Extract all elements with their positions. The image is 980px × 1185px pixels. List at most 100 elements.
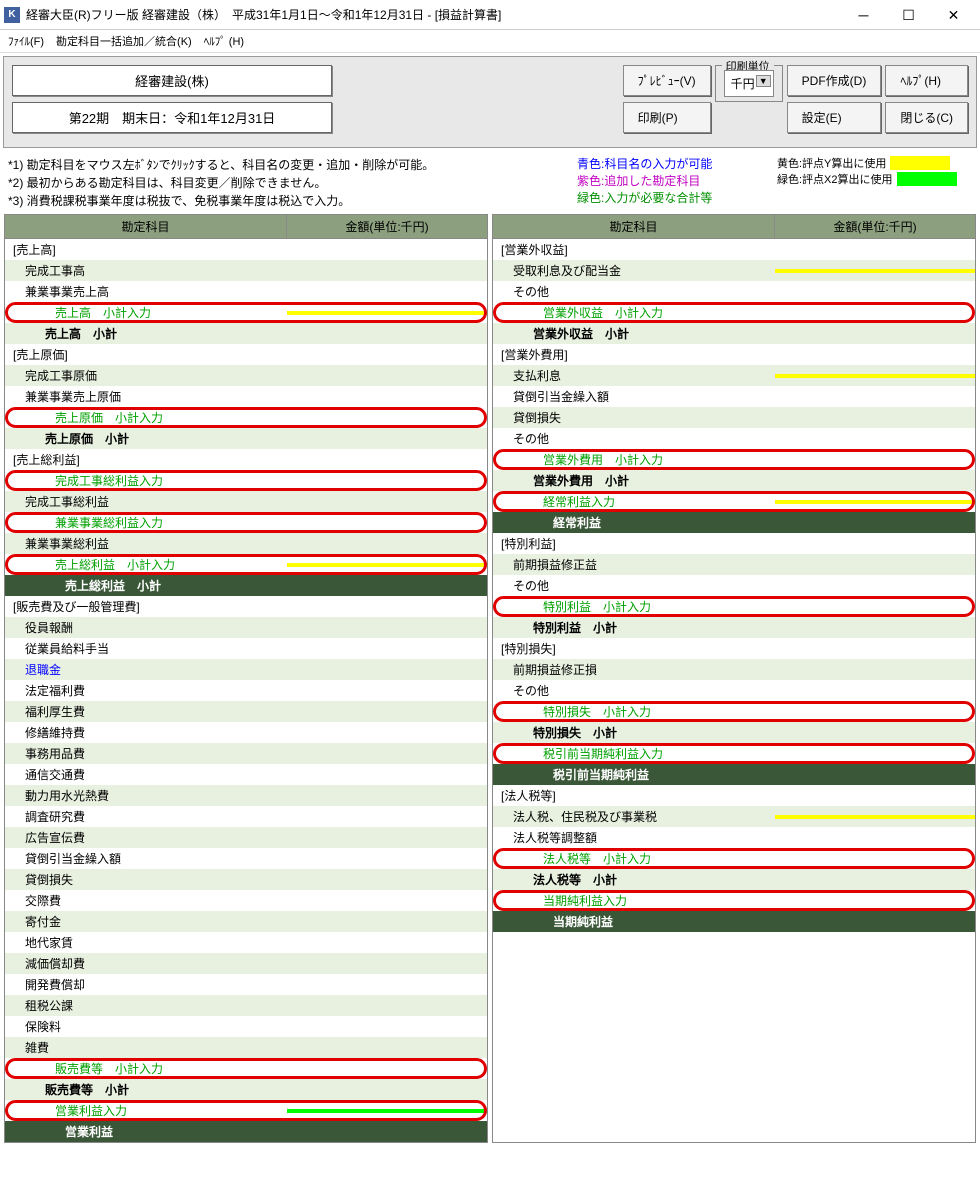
table-row[interactable]: 貸倒引当金繰入額 bbox=[493, 386, 975, 407]
cell-name[interactable]: 特別利益 小計入力 bbox=[493, 596, 775, 617]
preview-button[interactable]: ﾌﾟﾚﾋﾞｭｰ(V) bbox=[623, 65, 711, 96]
cell-name[interactable]: 兼業事業総利益 bbox=[5, 533, 287, 554]
cell-amount[interactable] bbox=[287, 332, 487, 336]
table-row[interactable]: 受取利息及び配当金 bbox=[493, 260, 975, 281]
cell-name[interactable]: 当期純利益 bbox=[493, 911, 775, 932]
cell-amount[interactable] bbox=[287, 794, 487, 798]
cell-name[interactable]: [販売費及び一般管理費] bbox=[5, 596, 287, 617]
table-row[interactable]: [売上原価] bbox=[5, 344, 487, 365]
table-row[interactable]: 貸倒損失 bbox=[493, 407, 975, 428]
cell-name[interactable]: [法人税等] bbox=[493, 785, 775, 806]
table-row[interactable]: 完成工事総利益入力 bbox=[5, 470, 487, 491]
cell-amount[interactable] bbox=[287, 647, 487, 651]
cell-amount[interactable] bbox=[287, 626, 487, 630]
table-row[interactable]: 売上原価 小計 bbox=[5, 428, 487, 449]
cell-name[interactable]: 貸倒引当金繰入額 bbox=[493, 386, 775, 407]
cell-name[interactable]: 開発費償却 bbox=[5, 974, 287, 995]
cell-name[interactable]: 修繕維持費 bbox=[5, 722, 287, 743]
cell-amount[interactable] bbox=[775, 626, 975, 630]
table-row[interactable]: 税引前当期純利益 bbox=[493, 764, 975, 785]
cell-amount[interactable] bbox=[287, 584, 487, 588]
cell-name[interactable]: 保険料 bbox=[5, 1016, 287, 1037]
cell-amount[interactable] bbox=[287, 1067, 487, 1071]
cell-amount[interactable] bbox=[775, 416, 975, 420]
cell-name[interactable]: 税引前当期純利益入力 bbox=[493, 743, 775, 764]
cell-name[interactable]: その他 bbox=[493, 680, 775, 701]
cell-name[interactable]: 租税公課 bbox=[5, 995, 287, 1016]
cell-amount[interactable] bbox=[287, 857, 487, 861]
cell-amount[interactable] bbox=[287, 1109, 487, 1113]
cell-amount[interactable] bbox=[287, 941, 487, 945]
table-row[interactable]: 租税公課 bbox=[5, 995, 487, 1016]
table-row[interactable]: 減価償却費 bbox=[5, 953, 487, 974]
table-row[interactable]: 事務用品費 bbox=[5, 743, 487, 764]
cell-amount[interactable] bbox=[287, 836, 487, 840]
cell-amount[interactable] bbox=[775, 710, 975, 714]
table-row[interactable]: 従業員給料手当 bbox=[5, 638, 487, 659]
cell-amount[interactable] bbox=[287, 416, 487, 420]
table-row[interactable]: 特別損失 小計入力 bbox=[493, 701, 975, 722]
cell-name[interactable]: 法人税、住民税及び事業税 bbox=[493, 806, 775, 827]
cell-amount[interactable] bbox=[287, 1046, 487, 1050]
cell-amount[interactable] bbox=[775, 374, 975, 378]
unit-select[interactable]: 千円 bbox=[724, 70, 774, 97]
cell-name[interactable]: 役員報酬 bbox=[5, 617, 287, 638]
table-row[interactable]: 完成工事総利益 bbox=[5, 491, 487, 512]
cell-amount[interactable] bbox=[287, 668, 487, 672]
cell-name[interactable]: 兼業事業売上高 bbox=[5, 281, 287, 302]
cell-name[interactable]: 雑費 bbox=[5, 1037, 287, 1058]
cell-name[interactable]: 税引前当期純利益 bbox=[493, 764, 775, 785]
cell-amount[interactable] bbox=[287, 689, 487, 693]
cell-name[interactable]: 販売費等 小計入力 bbox=[5, 1058, 287, 1079]
table-row[interactable]: [特別利益] bbox=[493, 533, 975, 554]
table-row[interactable]: 動力用水光熱費 bbox=[5, 785, 487, 806]
table-row[interactable]: 売上原価 小計入力 bbox=[5, 407, 487, 428]
table-row[interactable]: 保険料 bbox=[5, 1016, 487, 1037]
cell-amount[interactable] bbox=[287, 1004, 487, 1008]
table-row[interactable]: 貸倒損失 bbox=[5, 869, 487, 890]
table-row[interactable]: 法人税等 小計 bbox=[493, 869, 975, 890]
close-button[interactable]: 閉じる(C) bbox=[885, 102, 968, 133]
table-row[interactable]: 広告宣伝費 bbox=[5, 827, 487, 848]
table-row[interactable]: [売上総利益] bbox=[5, 449, 487, 470]
cell-amount[interactable] bbox=[775, 542, 975, 546]
cell-amount[interactable] bbox=[775, 248, 975, 252]
cell-name[interactable]: 広告宣伝費 bbox=[5, 827, 287, 848]
table-row[interactable]: [営業外費用] bbox=[493, 344, 975, 365]
cell-name[interactable]: 法定福利費 bbox=[5, 680, 287, 701]
cell-name[interactable]: 営業外収益 小計 bbox=[493, 323, 775, 344]
cell-name[interactable]: 当期純利益入力 bbox=[493, 890, 775, 911]
cell-name[interactable]: 法人税等 小計 bbox=[493, 869, 775, 890]
table-row[interactable]: 営業利益 bbox=[5, 1121, 487, 1142]
cell-name[interactable]: 完成工事高 bbox=[5, 260, 287, 281]
cell-amount[interactable] bbox=[775, 731, 975, 735]
cell-amount[interactable] bbox=[287, 290, 487, 294]
menu-add-merge[interactable]: 勘定科目一括追加／統合(K) bbox=[56, 33, 192, 49]
cell-amount[interactable] bbox=[775, 752, 975, 756]
cell-amount[interactable] bbox=[775, 479, 975, 483]
cell-amount[interactable] bbox=[775, 689, 975, 693]
cell-name[interactable]: 特別損失 小計入力 bbox=[493, 701, 775, 722]
cell-name[interactable]: 従業員給料手当 bbox=[5, 638, 287, 659]
cell-name[interactable]: 事務用品費 bbox=[5, 743, 287, 764]
cell-name[interactable]: 販売費等 小計 bbox=[5, 1079, 287, 1100]
cell-name[interactable]: 交際費 bbox=[5, 890, 287, 911]
cell-name[interactable]: 売上原価 小計 bbox=[5, 428, 287, 449]
cell-name[interactable]: 法人税等 小計入力 bbox=[493, 848, 775, 869]
cell-amount[interactable] bbox=[287, 920, 487, 924]
table-row[interactable]: 地代家賃 bbox=[5, 932, 487, 953]
cell-amount[interactable] bbox=[287, 1025, 487, 1029]
cell-amount[interactable] bbox=[287, 542, 487, 546]
cell-name[interactable]: その他 bbox=[493, 575, 775, 596]
cell-amount[interactable] bbox=[287, 521, 487, 525]
cell-name[interactable]: 特別利益 小計 bbox=[493, 617, 775, 638]
table-row[interactable]: 寄付金 bbox=[5, 911, 487, 932]
cell-name[interactable]: 経常利益 bbox=[493, 512, 775, 533]
cell-name[interactable]: 完成工事総利益 bbox=[5, 491, 287, 512]
cell-amount[interactable] bbox=[287, 479, 487, 483]
cell-name[interactable]: 経常利益入力 bbox=[493, 491, 775, 512]
help-button[interactable]: ﾍﾙﾌﾟ(H) bbox=[885, 65, 968, 96]
cell-amount[interactable] bbox=[287, 437, 487, 441]
cell-name[interactable]: 営業外費用 小計入力 bbox=[493, 449, 775, 470]
table-row[interactable]: 完成工事原価 bbox=[5, 365, 487, 386]
